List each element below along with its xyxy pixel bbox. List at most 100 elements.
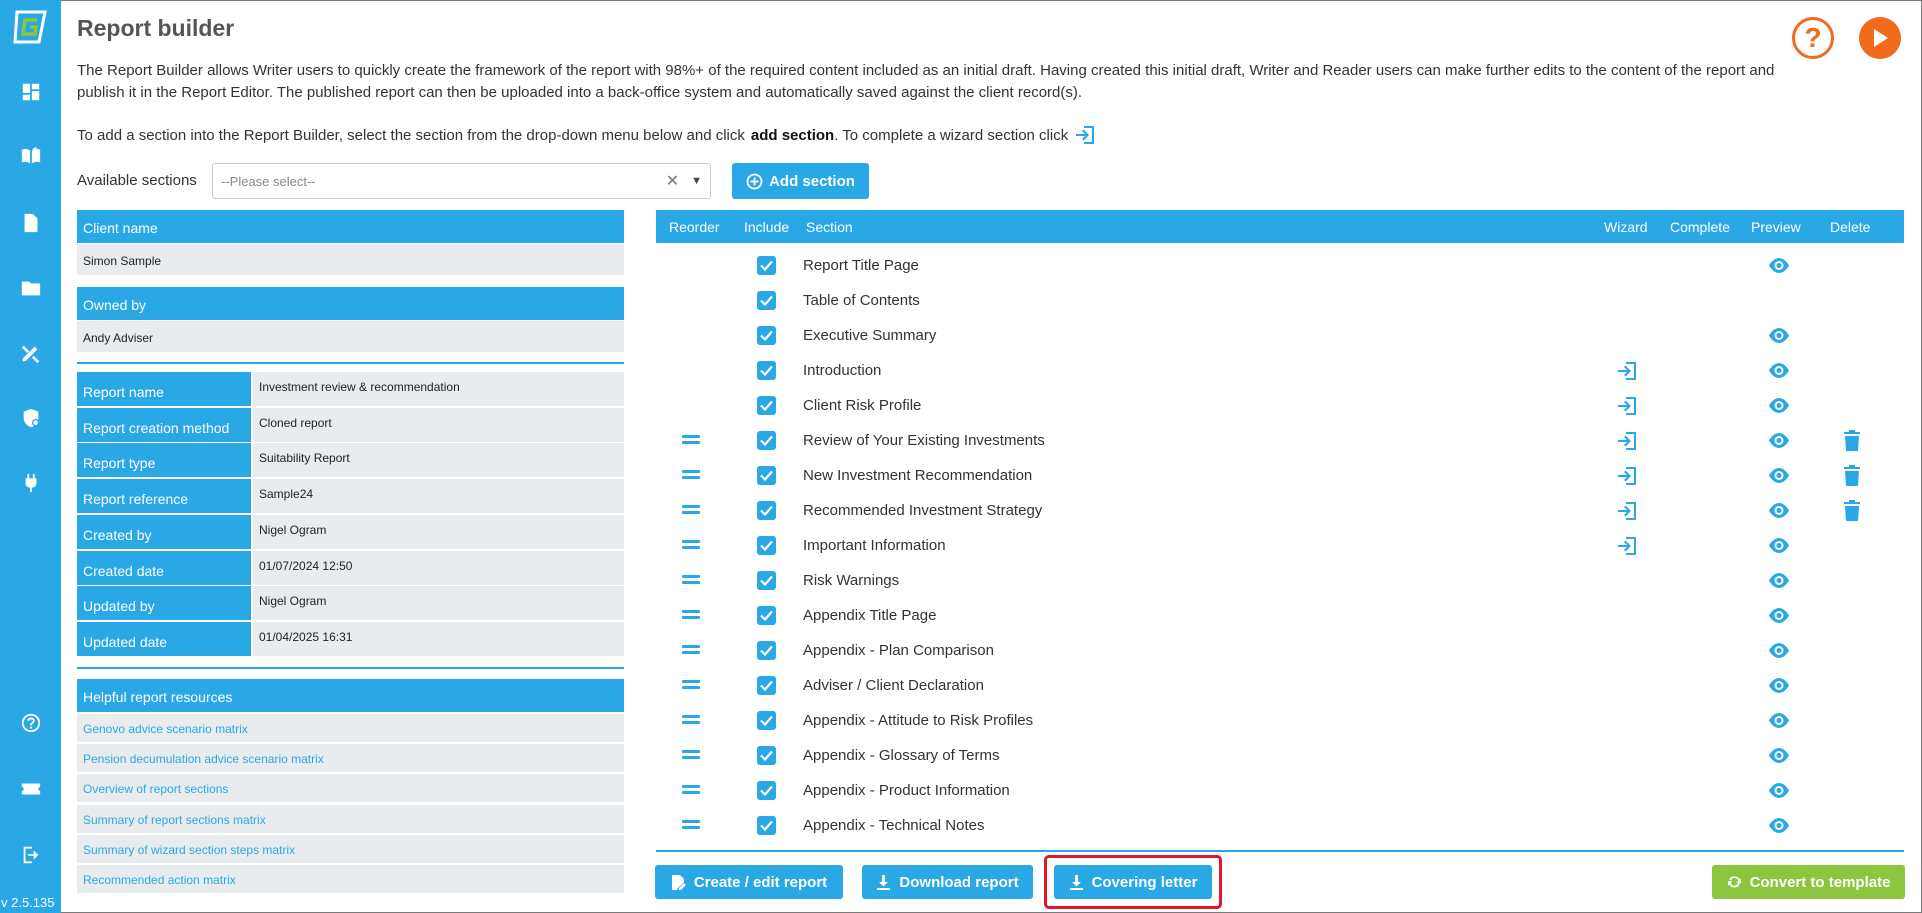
drag-handle-icon[interactable] xyxy=(682,679,700,690)
preview-eye-icon[interactable] xyxy=(1767,607,1791,624)
plug-icon[interactable] xyxy=(18,470,44,496)
section-name: Appendix - Technical Notes xyxy=(803,817,985,834)
resource-link[interactable]: Pension decumulation advice scenario mat… xyxy=(77,744,624,773)
download-report-button[interactable]: Download report xyxy=(862,865,1033,899)
drag-handle-icon[interactable] xyxy=(682,749,700,760)
include-checkbox[interactable] xyxy=(757,676,776,695)
drag-handle-icon[interactable] xyxy=(682,434,700,445)
drag-handle-icon[interactable] xyxy=(682,504,700,515)
version-label: v 2.5.135 xyxy=(1,895,55,910)
drag-handle-icon[interactable] xyxy=(682,784,700,795)
delete-trash-icon[interactable] xyxy=(1843,430,1861,451)
section-name: Introduction xyxy=(803,362,882,379)
include-checkbox[interactable] xyxy=(757,816,776,835)
reorder-header: Reorder xyxy=(669,219,720,235)
include-checkbox[interactable] xyxy=(757,606,776,625)
drag-handle-icon[interactable] xyxy=(682,714,700,725)
include-checkbox[interactable] xyxy=(757,326,776,345)
include-checkbox[interactable] xyxy=(757,291,776,310)
report-detail-label: Updated by xyxy=(77,586,251,621)
include-checkbox[interactable] xyxy=(757,431,776,450)
resource-link[interactable]: Overview of report sections xyxy=(77,774,624,803)
include-checkbox[interactable] xyxy=(757,396,776,415)
preview-eye-icon[interactable] xyxy=(1767,327,1791,344)
preview-eye-icon[interactable] xyxy=(1767,747,1791,764)
help-circle-icon[interactable] xyxy=(18,710,44,736)
preview-eye-icon[interactable] xyxy=(1767,502,1791,519)
logout-icon[interactable] xyxy=(18,842,44,868)
include-checkbox[interactable] xyxy=(757,571,776,590)
preview-eye-icon[interactable] xyxy=(1767,817,1791,834)
add-section-button[interactable]: Add section xyxy=(732,163,869,199)
chevron-down-icon[interactable]: ▼ xyxy=(691,175,702,187)
preview-eye-icon[interactable] xyxy=(1767,782,1791,799)
drag-handle-icon[interactable] xyxy=(682,469,700,480)
help-button[interactable]: ? xyxy=(1792,17,1834,59)
report-detail-value: Nigel Ogram xyxy=(253,586,624,621)
include-checkbox[interactable] xyxy=(757,256,776,275)
include-checkbox[interactable] xyxy=(757,781,776,800)
clear-icon[interactable]: ✕ xyxy=(666,171,679,191)
drag-handle-icon[interactable] xyxy=(682,609,700,620)
preview-eye-icon[interactable] xyxy=(1767,432,1791,449)
create-edit-report-button[interactable]: Create / edit report xyxy=(655,865,843,899)
preview-eye-icon[interactable] xyxy=(1767,362,1791,379)
preview-eye-icon[interactable] xyxy=(1767,537,1791,554)
report-detail-value: 01/04/2025 16:31 xyxy=(253,621,624,656)
preview-eye-icon[interactable] xyxy=(1767,397,1791,414)
section-name: Appendix - Plan Comparison xyxy=(803,642,994,659)
section-row: Client Risk Profile xyxy=(656,388,1904,423)
shield-settings-icon[interactable] xyxy=(18,405,44,431)
preview-eye-icon[interactable] xyxy=(1767,572,1791,589)
tools-icon[interactable] xyxy=(18,340,44,366)
dashboard-icon[interactable] xyxy=(18,79,44,105)
resource-link[interactable]: Recommended action matrix xyxy=(77,865,624,893)
sidebar: v 2.5.135 xyxy=(0,0,61,913)
download-icon xyxy=(877,875,891,890)
add-section-label: Add section xyxy=(769,172,855,190)
ticket-icon[interactable] xyxy=(18,776,44,802)
wizard-icon[interactable] xyxy=(1616,465,1638,487)
wizard-icon[interactable] xyxy=(1616,535,1638,557)
resource-link[interactable]: Genovo advice scenario matrix xyxy=(77,714,624,742)
convert-to-template-button[interactable]: Convert to template xyxy=(1712,865,1905,899)
resource-link[interactable]: Summary of report sections matrix xyxy=(77,804,624,833)
drag-handle-icon[interactable] xyxy=(682,574,700,585)
include-checkbox[interactable] xyxy=(757,361,776,380)
delete-trash-icon[interactable] xyxy=(1843,465,1861,486)
document-icon[interactable] xyxy=(18,210,44,236)
preview-eye-icon[interactable] xyxy=(1767,467,1791,484)
report-detail-value: Suitability Report xyxy=(253,443,624,478)
preview-eye-icon[interactable] xyxy=(1767,642,1791,659)
section-name: Executive Summary xyxy=(803,327,937,344)
available-sections-select[interactable]: --Please select-- ✕ ▼ xyxy=(212,163,711,199)
include-checkbox[interactable] xyxy=(757,746,776,765)
include-checkbox[interactable] xyxy=(757,466,776,485)
preview-eye-icon[interactable] xyxy=(1767,712,1791,729)
include-checkbox[interactable] xyxy=(757,641,776,660)
library-icon[interactable] xyxy=(18,143,44,169)
wizard-icon[interactable] xyxy=(1616,430,1638,452)
include-checkbox[interactable] xyxy=(757,711,776,730)
drag-handle-icon[interactable] xyxy=(682,539,700,550)
folder-icon[interactable] xyxy=(18,275,44,301)
section-name: Risk Warnings xyxy=(803,572,900,589)
include-checkbox[interactable] xyxy=(757,536,776,555)
report-detail-value: 01/07/2024 12:50 xyxy=(253,550,624,585)
report-detail-label: Created date xyxy=(77,550,251,585)
preview-eye-icon[interactable] xyxy=(1767,257,1791,274)
include-checkbox[interactable] xyxy=(757,501,776,520)
wizard-icon[interactable] xyxy=(1616,395,1638,417)
app-logo[interactable] xyxy=(11,8,49,46)
wizard-icon[interactable] xyxy=(1616,360,1638,382)
play-tutorial-button[interactable] xyxy=(1859,17,1901,59)
report-detail-value: Nigel Ogram xyxy=(253,514,624,549)
report-detail-row: Report type Suitability Report xyxy=(77,443,624,478)
wizard-icon[interactable] xyxy=(1616,500,1638,522)
delete-trash-icon[interactable] xyxy=(1843,500,1861,521)
preview-eye-icon[interactable] xyxy=(1767,677,1791,694)
drag-handle-icon[interactable] xyxy=(682,819,700,830)
report-detail-value: Sample24 xyxy=(253,479,624,514)
drag-handle-icon[interactable] xyxy=(682,644,700,655)
resource-link[interactable]: Summary of wizard section steps matrix xyxy=(77,834,624,863)
